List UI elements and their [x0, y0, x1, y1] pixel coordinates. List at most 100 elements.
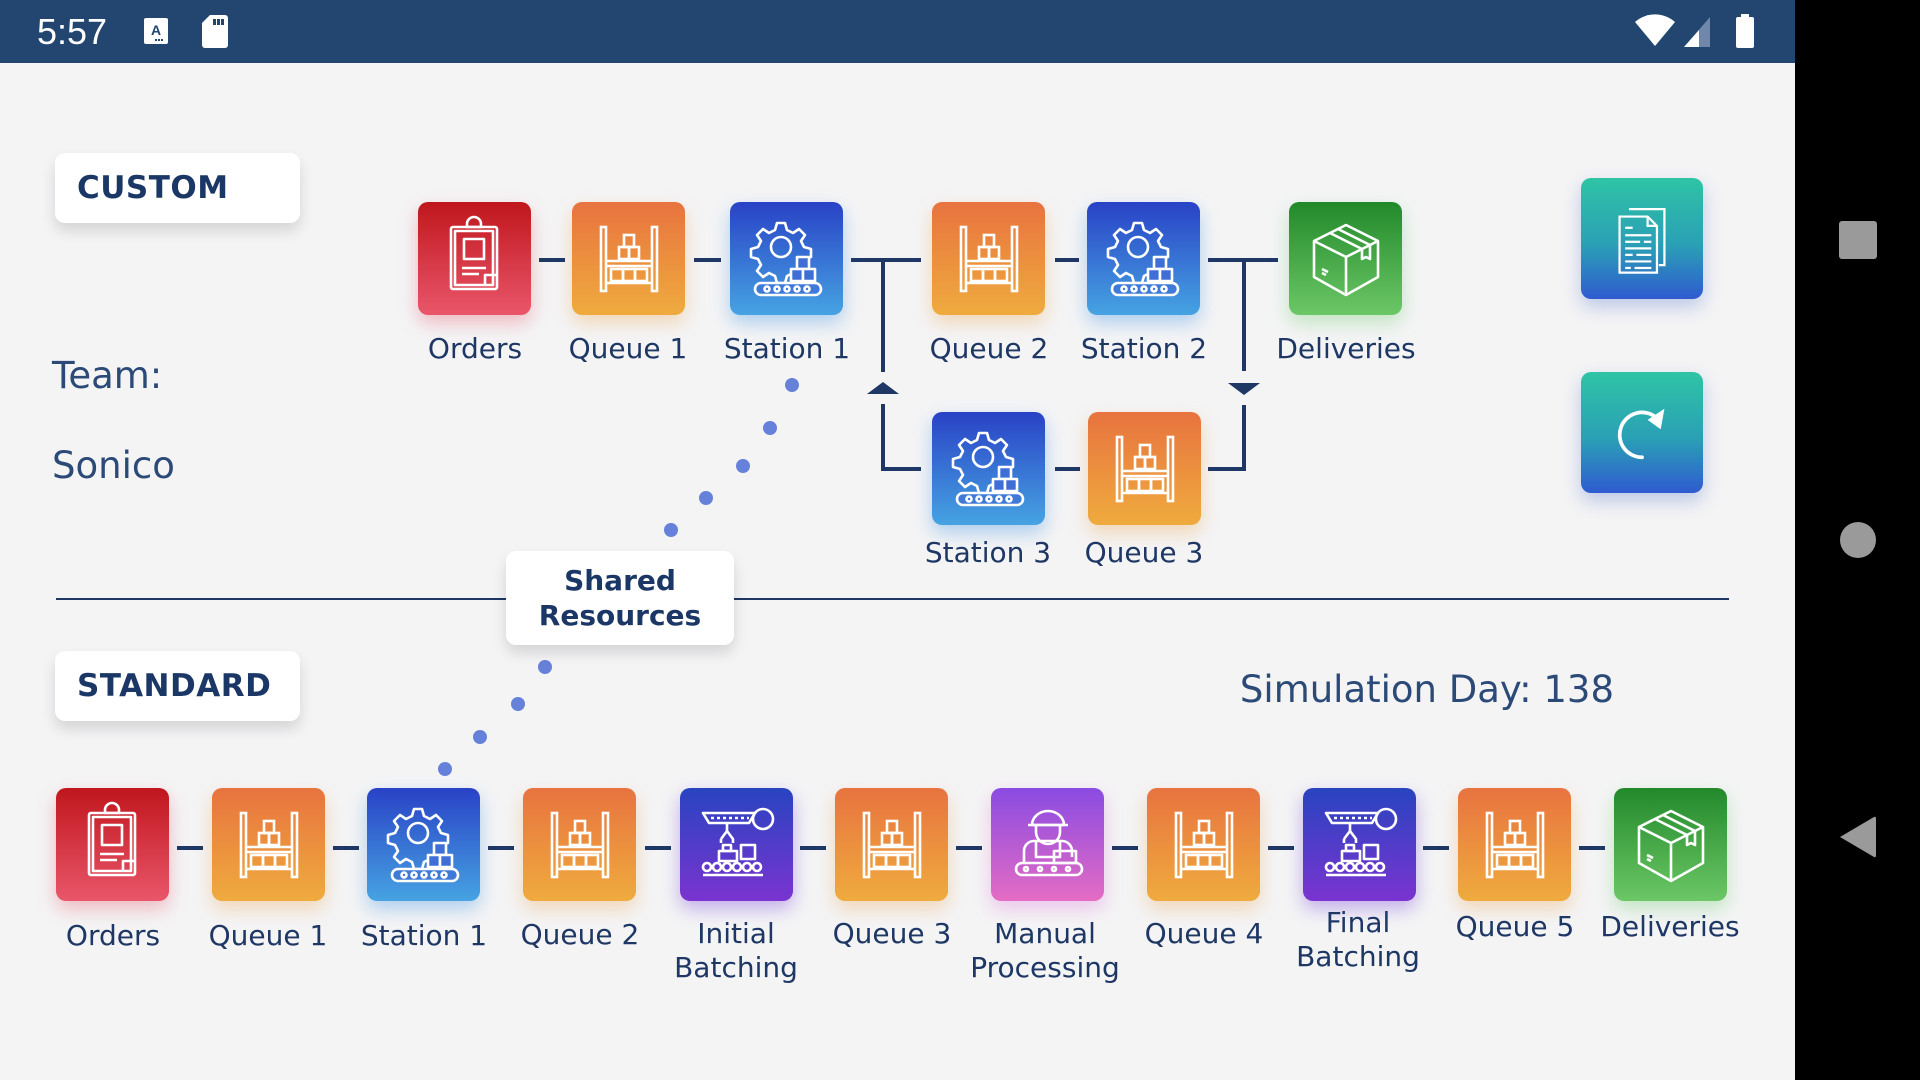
refresh-button[interactable] [1581, 372, 1703, 493]
connector [1055, 258, 1079, 262]
sd-card-icon [202, 15, 228, 52]
connector [800, 846, 826, 850]
custom-node-label: Station 1 [723, 332, 851, 365]
connector [1423, 846, 1449, 850]
connector [333, 846, 359, 850]
standard-mode-label: STANDARD [77, 668, 272, 704]
shared-link-dot [736, 459, 750, 473]
warehouse-shelf-icon [239, 811, 298, 878]
clipboard-icon [449, 215, 498, 290]
warehouse-shelf-icon [959, 225, 1018, 292]
standard-node-label: Queue 2 [520, 918, 640, 951]
team-name: Sonico [52, 444, 175, 487]
custom-node-station-1[interactable] [730, 202, 843, 315]
documents-button[interactable] [1581, 178, 1703, 299]
home-circle-icon [1839, 522, 1876, 558]
custom-node-deliveries[interactable] [1289, 202, 1402, 315]
standard-node-label: Deliveries [1600, 910, 1740, 943]
custom-node-queue-3[interactable] [1088, 412, 1201, 525]
package-box-icon [1312, 223, 1379, 296]
warehouse-shelf-icon [1485, 811, 1544, 878]
standard-node-initial-batching[interactable] [680, 788, 793, 901]
shared-link-dot [473, 730, 487, 744]
standard-node-station-1[interactable] [367, 788, 480, 901]
connector [1112, 846, 1138, 850]
custom-node-label: Station 3 [924, 536, 1052, 569]
custom-node-label: Queue 2 [929, 332, 1049, 365]
shared-link-dot [511, 697, 525, 711]
shared-link-dot [763, 421, 777, 435]
custom-node-label: Queue 3 [1084, 536, 1204, 569]
worker-conveyor-icon [1014, 809, 1083, 876]
package-box-icon [1637, 809, 1704, 882]
cell-signal-icon [1684, 16, 1712, 52]
shared-link-dot [538, 660, 552, 674]
custom-mode-card[interactable]: CUSTOM [55, 153, 300, 223]
standard-node-label: Initial Batching [646, 917, 826, 985]
custom-node-station-2[interactable] [1087, 202, 1200, 315]
simulation-day: Simulation Day: 138 [1239, 668, 1614, 711]
recents-button[interactable] [1795, 180, 1920, 300]
gear-conveyor-icon [951, 431, 1024, 506]
back-button[interactable] [1795, 777, 1920, 897]
gear-conveyor-icon [386, 807, 459, 882]
gear-conveyor-icon [749, 221, 822, 296]
standard-node-label: Queue 1 [208, 919, 328, 952]
refresh-icon [1617, 408, 1665, 459]
wifi-icon [1635, 14, 1675, 52]
shared-resources-line1: Shared [564, 564, 676, 597]
standard-node-label: Final Batching [1268, 906, 1448, 974]
shared-link-dot [664, 523, 678, 537]
standard-node-manual-processing[interactable] [991, 788, 1104, 901]
recents-square-icon [1838, 221, 1877, 259]
standard-node-label: Station 1 [360, 919, 488, 952]
android-nav-bar [1795, 0, 1920, 1080]
standard-node-queue-5[interactable] [1458, 788, 1571, 901]
connector [177, 846, 203, 850]
custom-node-queue-1[interactable] [572, 202, 685, 315]
robot-arm-conveyor-icon [701, 807, 774, 876]
standard-node-deliveries[interactable] [1614, 788, 1727, 901]
documents-icon [1618, 207, 1666, 274]
arrow-down-icon [1228, 383, 1260, 395]
home-button[interactable] [1795, 480, 1920, 600]
standard-node-queue-2[interactable] [523, 788, 636, 901]
connector [851, 258, 921, 262]
label-line: Manual [994, 917, 1096, 950]
svg-text:A: A [151, 22, 161, 38]
custom-node-queue-2[interactable] [932, 202, 1045, 315]
section-divider [56, 598, 1729, 600]
gear-conveyor-icon [1106, 221, 1179, 296]
standard-mode-card[interactable]: STANDARD [55, 651, 300, 721]
standard-node-label: Queue 4 [1144, 917, 1264, 950]
standard-node-queue-3[interactable] [835, 788, 948, 901]
label-line: Batching [1296, 940, 1420, 973]
standard-node-queue-4[interactable] [1147, 788, 1260, 901]
back-triangle-icon [1839, 816, 1876, 858]
standard-node-orders[interactable] [56, 788, 169, 901]
standard-node-final-batching[interactable] [1303, 788, 1416, 901]
connector [645, 846, 671, 850]
connector [1268, 846, 1294, 850]
shared-link-dot [699, 491, 713, 505]
label-line: Batching [674, 951, 798, 984]
connector [1242, 405, 1246, 471]
standard-node-queue-1[interactable] [212, 788, 325, 901]
connector [1055, 467, 1080, 471]
keyboard-a-icon: A [144, 18, 168, 48]
warehouse-shelf-icon [1115, 435, 1174, 502]
robot-arm-conveyor-icon [1324, 807, 1397, 876]
clipboard-icon [87, 801, 136, 876]
custom-node-orders[interactable] [418, 202, 531, 315]
standard-node-label: Orders [65, 919, 161, 952]
arrow-up-icon [867, 382, 899, 394]
status-bar: 5:57 A [0, 0, 1795, 63]
custom-node-label: Station 2 [1080, 332, 1208, 365]
shared-resources-card[interactable]: Shared Resources [506, 551, 734, 645]
custom-node-label: Deliveries [1276, 332, 1416, 365]
connector [956, 846, 982, 850]
app-screen: 5:57 A CUSTOM Team: Sonico Orders Queue … [0, 0, 1795, 1080]
battery-icon [1736, 14, 1754, 52]
connector [881, 467, 921, 471]
custom-node-station-3[interactable] [932, 412, 1045, 525]
